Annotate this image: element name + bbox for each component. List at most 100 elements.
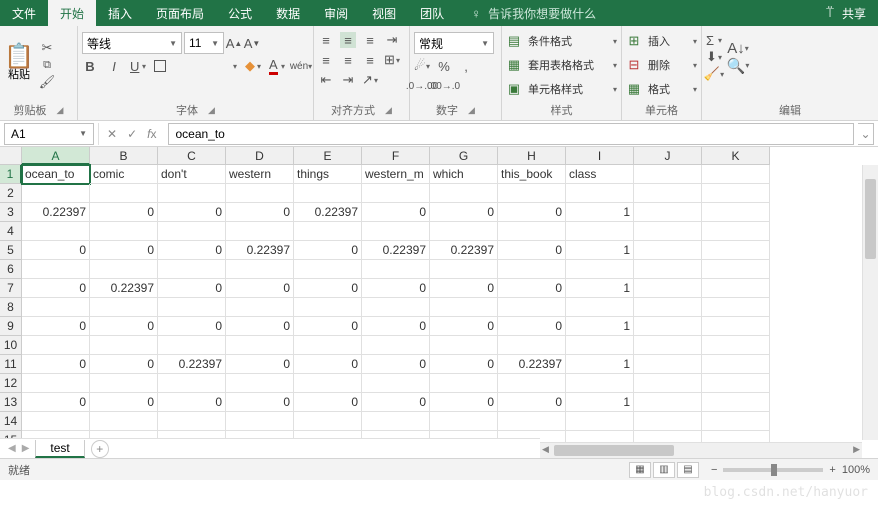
sheet-nav-next[interactable]: ▶ bbox=[22, 443, 30, 454]
cell-A2[interactable] bbox=[22, 184, 90, 203]
cell-D8[interactable] bbox=[226, 298, 294, 317]
page-layout-view-button[interactable]: ▥ bbox=[653, 462, 675, 478]
cell-F5[interactable]: 0.22397 bbox=[362, 241, 430, 260]
format-painter-button[interactable]: 🖌 bbox=[38, 74, 56, 90]
cell-I14[interactable] bbox=[566, 412, 634, 431]
decrease-decimal-button[interactable]: .00→.0 bbox=[436, 78, 452, 94]
decrease-indent-button[interactable]: ⇤ bbox=[318, 72, 334, 88]
cell-G11[interactable]: 0 bbox=[430, 355, 498, 374]
cell-I6[interactable] bbox=[566, 260, 634, 279]
cell-B10[interactable] bbox=[90, 336, 158, 355]
fx-button[interactable]: fx bbox=[147, 127, 156, 141]
cell-J3[interactable] bbox=[634, 203, 702, 222]
align-bottom-button[interactable]: ≡ bbox=[362, 32, 378, 48]
cell-F13[interactable]: 0 bbox=[362, 393, 430, 412]
align-launcher[interactable]: ◢ bbox=[385, 105, 392, 116]
cell-C2[interactable] bbox=[158, 184, 226, 203]
cell-D12[interactable] bbox=[226, 374, 294, 393]
zoom-in-button[interactable]: + bbox=[829, 464, 835, 476]
border-button[interactable] bbox=[154, 60, 166, 72]
row-header-4[interactable]: 4 bbox=[0, 222, 22, 241]
cell-J4[interactable] bbox=[634, 222, 702, 241]
cell-J1[interactable] bbox=[634, 165, 702, 184]
cell-A11[interactable]: 0 bbox=[22, 355, 90, 374]
cell-F1[interactable]: western_m bbox=[362, 165, 430, 184]
col-header-G[interactable]: G bbox=[430, 147, 498, 165]
cell-F10[interactable] bbox=[362, 336, 430, 355]
cell-K9[interactable] bbox=[702, 317, 770, 336]
row-header-11[interactable]: 11 bbox=[0, 355, 22, 374]
cell-C6[interactable] bbox=[158, 260, 226, 279]
cell-F6[interactable] bbox=[362, 260, 430, 279]
cell-F3[interactable]: 0 bbox=[362, 203, 430, 222]
cell-B13[interactable]: 0 bbox=[90, 393, 158, 412]
cell-A12[interactable] bbox=[22, 374, 90, 393]
cell-C8[interactable] bbox=[158, 298, 226, 317]
cell-I10[interactable] bbox=[566, 336, 634, 355]
align-top-button[interactable]: ≡ bbox=[318, 32, 334, 48]
cell-C10[interactable] bbox=[158, 336, 226, 355]
find-button[interactable]: 🔍▾ bbox=[730, 58, 746, 74]
tab-layout[interactable]: 页面布局 bbox=[144, 0, 216, 26]
cell-J5[interactable] bbox=[634, 241, 702, 260]
cell-J9[interactable] bbox=[634, 317, 702, 336]
cell-A10[interactable] bbox=[22, 336, 90, 355]
row-header-13[interactable]: 13 bbox=[0, 393, 22, 412]
col-header-C[interactable]: C bbox=[158, 147, 226, 165]
cell-K1[interactable] bbox=[702, 165, 770, 184]
cell-H10[interactable] bbox=[498, 336, 566, 355]
cell-A7[interactable]: 0 bbox=[22, 279, 90, 298]
cell-C14[interactable] bbox=[158, 412, 226, 431]
increase-indent-button[interactable]: ⇥ bbox=[340, 72, 356, 88]
tab-file[interactable]: 文件 bbox=[0, 0, 48, 26]
col-header-B[interactable]: B bbox=[90, 147, 158, 165]
cell-J10[interactable] bbox=[634, 336, 702, 355]
cell-E7[interactable]: 0 bbox=[294, 279, 362, 298]
cell-I3[interactable]: 1 bbox=[566, 203, 634, 222]
cell-A3[interactable]: 0.22397 bbox=[22, 203, 90, 222]
font-launcher[interactable]: ◢ bbox=[208, 105, 215, 116]
cell-D14[interactable] bbox=[226, 412, 294, 431]
cell-E4[interactable] bbox=[294, 222, 362, 241]
cell-style-button[interactable]: ▣单元格样式▾ bbox=[506, 78, 617, 100]
cell-H11[interactable]: 0.22397 bbox=[498, 355, 566, 374]
cell-D5[interactable]: 0.22397 bbox=[226, 241, 294, 260]
select-all-corner[interactable] bbox=[0, 147, 22, 165]
fill-button[interactable]: ⬇▾ bbox=[706, 49, 722, 65]
cell-J6[interactable] bbox=[634, 260, 702, 279]
cell-B12[interactable] bbox=[90, 374, 158, 393]
cell-C11[interactable]: 0.22397 bbox=[158, 355, 226, 374]
cell-H1[interactable]: this_book bbox=[498, 165, 566, 184]
col-header-I[interactable]: I bbox=[566, 147, 634, 165]
cell-C4[interactable] bbox=[158, 222, 226, 241]
scroll-thumb[interactable] bbox=[865, 179, 876, 259]
cell-J12[interactable] bbox=[634, 374, 702, 393]
cell-C3[interactable]: 0 bbox=[158, 203, 226, 222]
cell-D9[interactable]: 0 bbox=[226, 317, 294, 336]
zoom-slider[interactable] bbox=[723, 468, 823, 472]
decrease-font-button[interactable]: A▼ bbox=[244, 35, 260, 51]
cell-G8[interactable] bbox=[430, 298, 498, 317]
cell-B8[interactable] bbox=[90, 298, 158, 317]
page-break-view-button[interactable]: ▤ bbox=[677, 462, 699, 478]
scroll-thumb[interactable] bbox=[554, 445, 674, 456]
cell-C9[interactable]: 0 bbox=[158, 317, 226, 336]
cell-B4[interactable] bbox=[90, 222, 158, 241]
cell-D2[interactable] bbox=[226, 184, 294, 203]
cell-F9[interactable]: 0 bbox=[362, 317, 430, 336]
cell-K4[interactable] bbox=[702, 222, 770, 241]
cancel-formula-button[interactable]: ✕ bbox=[107, 127, 117, 141]
tab-formula[interactable]: 公式 bbox=[216, 0, 264, 26]
cell-H13[interactable]: 0 bbox=[498, 393, 566, 412]
font-size-combo[interactable]: 11▼ bbox=[184, 32, 224, 54]
row-header-9[interactable]: 9 bbox=[0, 317, 22, 336]
cell-H4[interactable] bbox=[498, 222, 566, 241]
cell-I11[interactable]: 1 bbox=[566, 355, 634, 374]
normal-view-button[interactable]: ▦ bbox=[629, 462, 651, 478]
cell-A6[interactable] bbox=[22, 260, 90, 279]
cell-K12[interactable] bbox=[702, 374, 770, 393]
cell-D13[interactable]: 0 bbox=[226, 393, 294, 412]
cell-G2[interactable] bbox=[430, 184, 498, 203]
cell-B9[interactable]: 0 bbox=[90, 317, 158, 336]
cell-H5[interactable]: 0 bbox=[498, 241, 566, 260]
